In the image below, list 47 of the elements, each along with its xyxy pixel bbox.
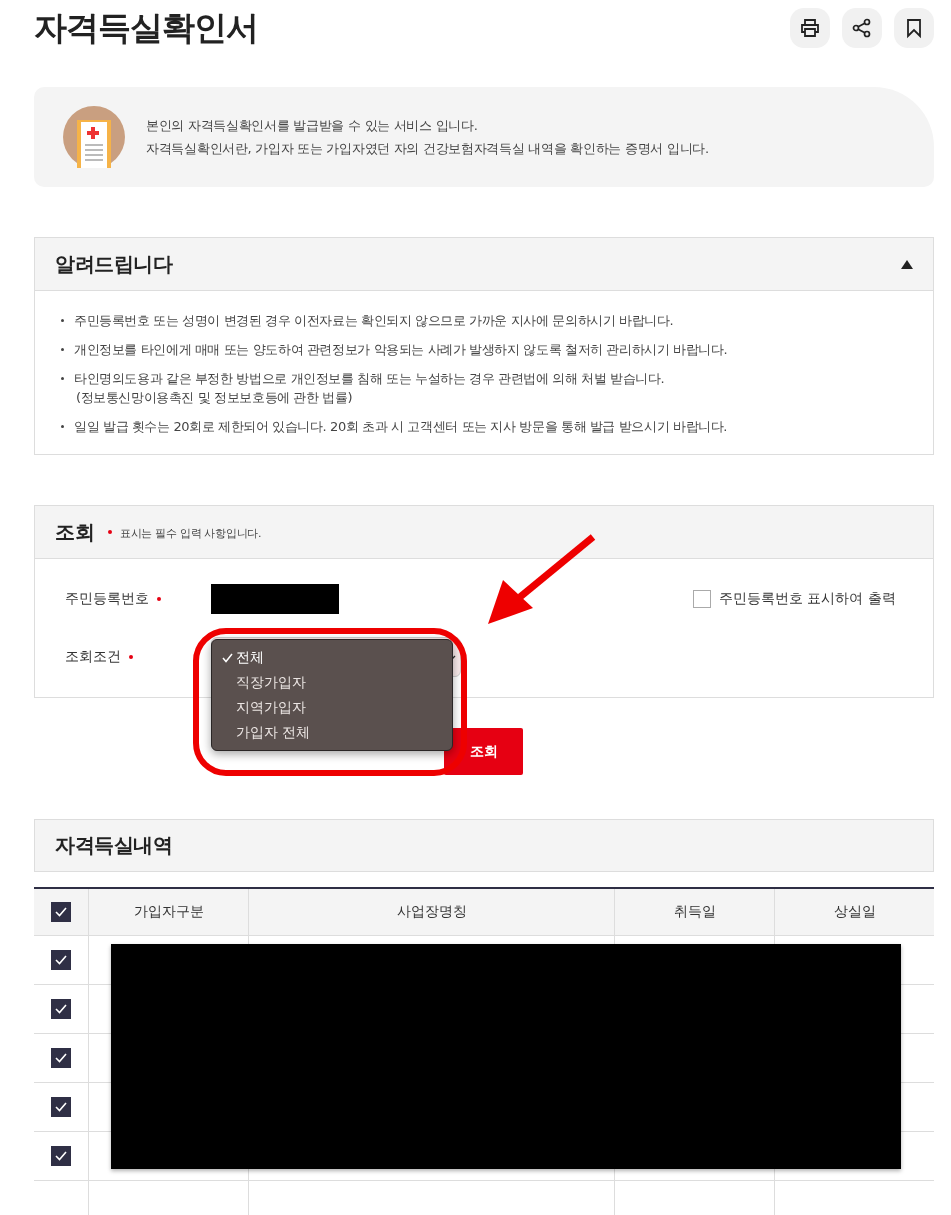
- column-header: 가입자구분: [88, 889, 248, 935]
- print-option-checkbox[interactable]: 주민등록번호 표시하여 출력: [693, 590, 896, 608]
- print-icon: [799, 17, 821, 39]
- intro-text: 본인의 자격득실확인서를 발급받을 수 있는 서비스 입니다.: [146, 117, 479, 135]
- notice-header[interactable]: 알려드립니다: [35, 238, 933, 291]
- bullet-icon: [61, 348, 64, 351]
- notice-text: 주민등록번호 또는 성명이 변경된 경우 이전자료는 확인되지 않으므로 가까운 지사에 문의하시기 바랍니다.: [74, 312, 674, 330]
- row-checkbox[interactable]: [51, 1146, 71, 1166]
- section-title: 자격득실내역: [55, 832, 172, 859]
- field-label: 조회조건: [65, 648, 121, 666]
- field-label: 주민등록번호: [65, 590, 149, 608]
- column-header: 상실일: [774, 889, 934, 935]
- notice-note: (정보통신망이용촉진 및 정보보호등에 관한 법률): [76, 389, 354, 407]
- share-button[interactable]: [842, 8, 882, 48]
- notice-text: 일일 발급 횟수는 20회로 제한되어 있습니다. 20회 초과 시 고객센터 또는 지사 방문을 통해 발급 받으시기 바랍니다.: [74, 418, 728, 436]
- dropdown-option[interactable]: 전체: [212, 645, 452, 670]
- bullet-icon: [61, 319, 64, 322]
- check-icon: [55, 1151, 67, 1161]
- column-header: 사업장명칭: [248, 889, 614, 935]
- select-all-checkbox[interactable]: [51, 902, 71, 922]
- dropdown-option[interactable]: 지역가입자: [212, 695, 452, 720]
- column-header: 취득일: [614, 889, 774, 935]
- row-checkbox[interactable]: [51, 1097, 71, 1117]
- row-checkbox[interactable]: [51, 950, 71, 970]
- row-checkbox[interactable]: [51, 1048, 71, 1068]
- check-icon: [222, 652, 233, 663]
- share-icon: [851, 17, 873, 39]
- bullet-icon: [61, 425, 64, 428]
- bullet-icon: [61, 377, 64, 380]
- check-icon: [55, 1004, 67, 1014]
- section-title: 조회: [55, 518, 94, 546]
- row-checkbox[interactable]: [51, 999, 71, 1019]
- check-icon: [55, 907, 67, 917]
- section-title: 알려드립니다: [55, 250, 172, 278]
- check-icon: [55, 1053, 67, 1063]
- notice-text: 타인명의도용과 같은 부정한 방법으로 개인정보를 침해 또는 누설하는 경우 관련법에 의해 처벌 받습니다.: [74, 370, 665, 388]
- check-icon: [55, 1102, 67, 1112]
- print-button[interactable]: [790, 8, 830, 48]
- page-title: 자격득실확인서: [34, 7, 258, 49]
- bookmark-button[interactable]: [894, 8, 934, 48]
- intro-text: 자격득실확인서란, 가입자 또는 가입자였던 자의 건강보험자격득실 내역을 확인하는 증명서 입니다.: [146, 140, 709, 158]
- dropdown-option[interactable]: 직장가입자: [212, 670, 452, 695]
- required-hint: 표시는 필수 입력 사항입니다.: [120, 525, 262, 541]
- check-icon: [55, 955, 67, 965]
- notice-text: 개인정보를 타인에게 매매 또는 양도하여 관련정보가 악용되는 사례가 발생하지 않도록 철저히 관리하시기 바랍니다.: [74, 341, 728, 359]
- certificate-icon: [63, 106, 125, 168]
- required-dot: [108, 530, 112, 534]
